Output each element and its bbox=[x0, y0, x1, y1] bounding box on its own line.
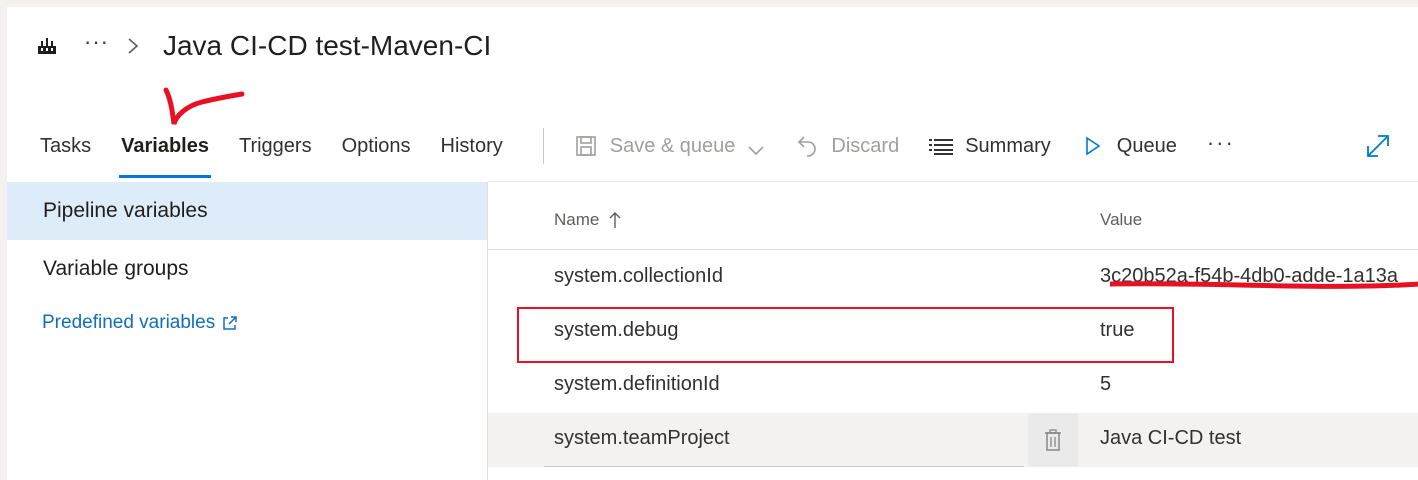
page-header: ··· Java CI-CD test-Maven-CI bbox=[36, 26, 491, 66]
table-row[interactable]: system.definitionId 5 bbox=[488, 359, 1418, 413]
play-icon bbox=[1081, 134, 1105, 158]
queue-label: Queue bbox=[1116, 134, 1177, 157]
top-strip bbox=[0, 0, 1418, 7]
summary-label: Summary bbox=[965, 134, 1051, 157]
tab-history[interactable]: History bbox=[441, 126, 503, 178]
tab-tasks[interactable]: Tasks bbox=[40, 126, 91, 178]
name-input-underline bbox=[544, 466, 1024, 467]
delete-variable-button[interactable] bbox=[1028, 413, 1078, 467]
discard-label: Discard bbox=[831, 134, 900, 157]
toolbar-divider bbox=[542, 128, 544, 164]
tab-options[interactable]: Options bbox=[342, 126, 411, 178]
variable-value: 5 bbox=[1100, 373, 1112, 395]
breadcrumb-more-button[interactable]: ··· bbox=[84, 31, 109, 53]
variable-value: true bbox=[1100, 319, 1135, 341]
queue-button[interactable]: Queue bbox=[1081, 126, 1177, 166]
variable-value: Java CI-CD test bbox=[1100, 427, 1242, 449]
chevron-right-icon bbox=[125, 35, 141, 57]
save-icon bbox=[574, 134, 598, 158]
table-row[interactable]: system.teamProject Java CI-CD test bbox=[488, 413, 1418, 467]
variables-nav: Pipeline variables Variable groups Prede… bbox=[7, 182, 488, 480]
pipeline-icon[interactable] bbox=[36, 35, 58, 57]
tab-triggers[interactable]: Triggers bbox=[239, 126, 312, 178]
sort-ascending-icon bbox=[609, 211, 621, 229]
table-row[interactable]: system.debug true bbox=[488, 305, 1418, 359]
variable-name: system.debug bbox=[554, 319, 679, 341]
list-icon bbox=[929, 134, 954, 158]
table-row[interactable]: system.collectionId 3c20b52a-f54b-4db0-a… bbox=[488, 251, 1418, 305]
variable-name: system.teamProject bbox=[554, 427, 730, 449]
summary-button[interactable]: Summary bbox=[929, 126, 1051, 166]
variable-name: system.collectionId bbox=[554, 265, 723, 287]
page-title: Java CI-CD test-Maven-CI bbox=[162, 30, 492, 61]
nav-variable-groups[interactable]: Variable groups bbox=[7, 240, 488, 298]
variables-grid: Name Value system.collectionId 3c20b52a-… bbox=[488, 182, 1418, 480]
redaction-strike bbox=[1110, 281, 1418, 289]
predefined-variables-link[interactable]: Predefined variables bbox=[42, 312, 488, 334]
save-queue-button[interactable]: Save & queue bbox=[574, 126, 766, 166]
nav-pipeline-variables[interactable]: Pipeline variables bbox=[7, 182, 488, 240]
chevron-down-icon bbox=[747, 140, 765, 156]
trash-icon bbox=[1045, 429, 1061, 451]
column-header-value: Value bbox=[1100, 210, 1143, 229]
grid-header: Name Value bbox=[488, 182, 1418, 250]
variable-name: system.definitionId bbox=[554, 373, 720, 395]
undo-icon bbox=[795, 134, 819, 158]
save-queue-label: Save & queue bbox=[609, 134, 736, 157]
predefined-variables-label: Predefined variables bbox=[42, 312, 216, 333]
column-header-name-label: Name bbox=[554, 210, 600, 229]
expand-icon[interactable] bbox=[1364, 132, 1392, 160]
tab-bar: Tasks Variables Triggers Options History… bbox=[40, 126, 1235, 180]
left-edge bbox=[0, 7, 7, 480]
discard-button[interactable]: Discard bbox=[795, 126, 899, 166]
tab-variables[interactable]: Variables bbox=[119, 126, 211, 178]
column-header-name[interactable]: Name bbox=[554, 210, 621, 230]
external-link-icon bbox=[222, 315, 238, 331]
toolbar-more-button[interactable]: ··· bbox=[1207, 126, 1235, 166]
